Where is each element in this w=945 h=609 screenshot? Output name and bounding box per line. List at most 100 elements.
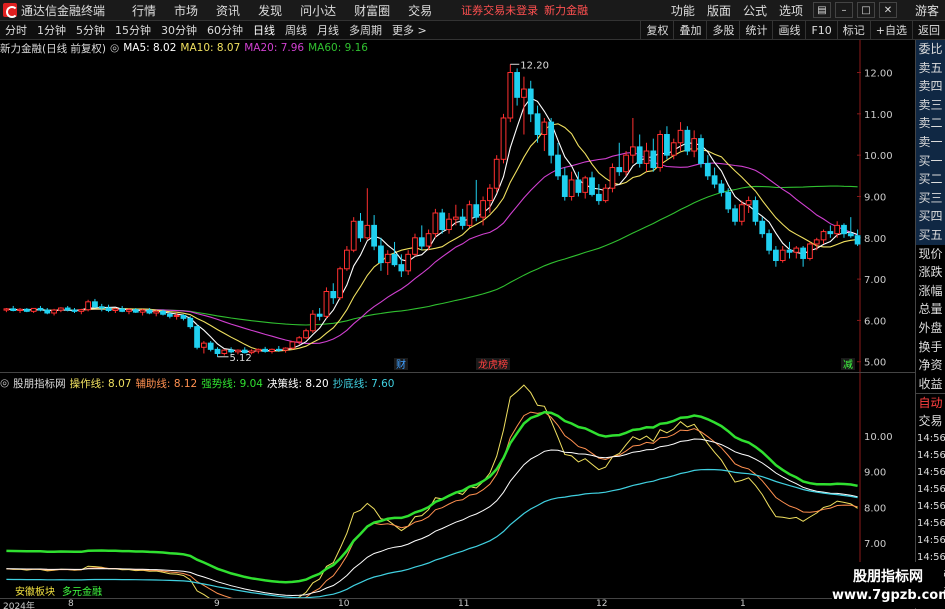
indicator-chart[interactable]: 10.00 9.00 8.00 7.00 ◎ 股朋指标网 操作线: 8.07 辅助线:… — [0, 372, 915, 607]
indicator-toggle-icon[interactable]: ◎ — [0, 377, 9, 389]
minimize-icon[interactable]: – — [834, 2, 853, 18]
candle — [541, 117, 548, 152]
candle-body — [343, 249, 350, 270]
menu-function[interactable]: 功能 — [665, 2, 701, 19]
adjust-button[interactable]: 复权 — [640, 20, 673, 40]
menu-quotes[interactable]: 行情 — [123, 2, 165, 19]
event-marker-dragon-tiger: 龙虎榜 — [478, 358, 508, 371]
legend-toggle-icon[interactable]: ◎ — [110, 42, 119, 54]
candle-body — [405, 253, 412, 272]
candle — [779, 246, 786, 263]
kline-svg[interactable]: 12.00 11.00 10.00 9.00 8.00 7.00 6.00 5.00 12.20… — [0, 40, 915, 372]
candle — [269, 348, 275, 354]
kline-chart[interactable]: 12.00 11.00 10.00 9.00 8.00 7.00 6.00 5.00 12.20… — [0, 40, 915, 372]
menu-assistant[interactable]: 问小达 — [291, 2, 345, 19]
candle-body — [132, 309, 139, 313]
candle — [282, 347, 289, 353]
month-1: 1 — [740, 599, 746, 609]
trade-label[interactable]: 交易 — [916, 412, 945, 431]
candle — [745, 196, 752, 213]
candle — [364, 188, 371, 240]
login-status[interactable]: 证券交易未登录 — [461, 2, 538, 18]
price-tick-label: 12.00 — [864, 69, 893, 80]
candle — [650, 138, 657, 172]
candle — [738, 200, 745, 226]
candle — [64, 305, 71, 312]
sector-label[interactable]: 安徽板块 — [15, 583, 55, 598]
menu-discover[interactable]: 发现 — [249, 2, 291, 19]
candle-body — [609, 167, 616, 189]
candle-body — [752, 200, 759, 222]
guest-label[interactable]: 游客 — [915, 2, 939, 19]
op-line — [6, 384, 858, 607]
candle — [10, 305, 17, 312]
candle — [568, 171, 575, 201]
back-button[interactable]: 返回 — [912, 20, 945, 40]
indicator-svg[interactable]: 10.00 9.00 8.00 7.00 — [0, 373, 915, 607]
candle-body — [779, 249, 786, 262]
menu-options[interactable]: 选项 — [773, 2, 809, 19]
period-5min[interactable]: 5分钟 — [71, 22, 110, 38]
low-annotation: 5.12 — [230, 353, 252, 364]
candle — [691, 130, 698, 158]
auto-trade-label[interactable]: 自动 — [916, 393, 945, 412]
period-60min[interactable]: 60分钟 — [202, 22, 248, 38]
candle-body — [378, 245, 384, 264]
quote-field-16: 换手 — [918, 339, 943, 354]
menu-wealth-circle[interactable]: 财富圈 — [345, 2, 399, 19]
candle — [664, 126, 670, 160]
candle-body — [480, 200, 486, 218]
f10-button[interactable]: F10 — [805, 20, 836, 40]
period-multi[interactable]: 多周期 — [344, 22, 387, 38]
candle-body — [51, 309, 57, 314]
candle — [595, 184, 602, 205]
candle-body — [200, 342, 207, 348]
candle-body — [296, 337, 303, 343]
candle — [330, 283, 337, 304]
candle-body — [772, 249, 779, 262]
period-30min[interactable]: 30分钟 — [156, 22, 202, 38]
candle — [412, 233, 418, 257]
period-monthly[interactable]: 月线 — [312, 22, 344, 38]
candle-body — [623, 154, 629, 173]
mark-button[interactable]: 标记 — [836, 20, 870, 40]
main-legend: 新力金融(日线 前复权) ◎ MA5: 8.02 MA10: 8.07 MA20… — [0, 40, 372, 56]
quote-side-panel: 委比 卖五 卖四 卖三 卖二 卖一 买一 买二 买三 买四 买五 现价 涨跌 涨幅 总量 外盘 换手 净资 收益 自… — [915, 40, 945, 609]
candle — [391, 241, 398, 267]
candle-body — [595, 193, 602, 202]
candle-body — [119, 308, 126, 312]
high-annotation: 12.20 — [520, 60, 549, 71]
menu-trade[interactable]: 交易 — [399, 2, 441, 19]
candle — [57, 307, 64, 313]
candle — [759, 217, 766, 238]
month-12: 12 — [596, 599, 608, 609]
tick-time-2: 14:56 — [917, 467, 945, 479]
stats-button[interactable]: 统计 — [739, 20, 772, 40]
candle-body — [575, 179, 582, 193]
ma20-label: MA20: 7.96 — [244, 42, 305, 54]
menu-toggle-icon[interactable]: ▤ — [812, 2, 831, 18]
period-daily[interactable]: 日线 — [248, 22, 280, 38]
period-more[interactable]: 更多 > — [387, 22, 432, 38]
decision-line-label: 决策线: 8.20 — [266, 377, 329, 390]
period-weekly[interactable]: 周线 — [280, 22, 312, 38]
maximize-icon[interactable]: □ — [856, 2, 875, 18]
candle — [255, 348, 262, 354]
month-8: 8 — [68, 599, 74, 609]
menu-news[interactable]: 资讯 — [207, 2, 249, 19]
overlay-button[interactable]: 叠加 — [673, 20, 706, 40]
menu-formula[interactable]: 公式 — [737, 2, 773, 19]
quote-field-10: 买五 — [916, 225, 945, 245]
period-15min[interactable]: 15分钟 — [110, 22, 156, 38]
sector-name[interactable]: 多元金融 — [62, 583, 102, 598]
period-timeshare[interactable]: 分时 — [0, 22, 32, 38]
menu-market[interactable]: 市场 — [165, 2, 207, 19]
period-1min[interactable]: 1分钟 — [32, 22, 71, 38]
multi-stock-button[interactable]: 多股 — [706, 20, 739, 40]
add-watchlist-button[interactable]: +自选 — [869, 20, 912, 40]
candle-body — [160, 310, 166, 315]
draw-line-button[interactable]: 画线 — [772, 20, 805, 40]
candle — [548, 117, 555, 164]
close-icon[interactable]: ✕ — [878, 2, 897, 18]
menu-layout[interactable]: 版面 — [701, 2, 737, 19]
